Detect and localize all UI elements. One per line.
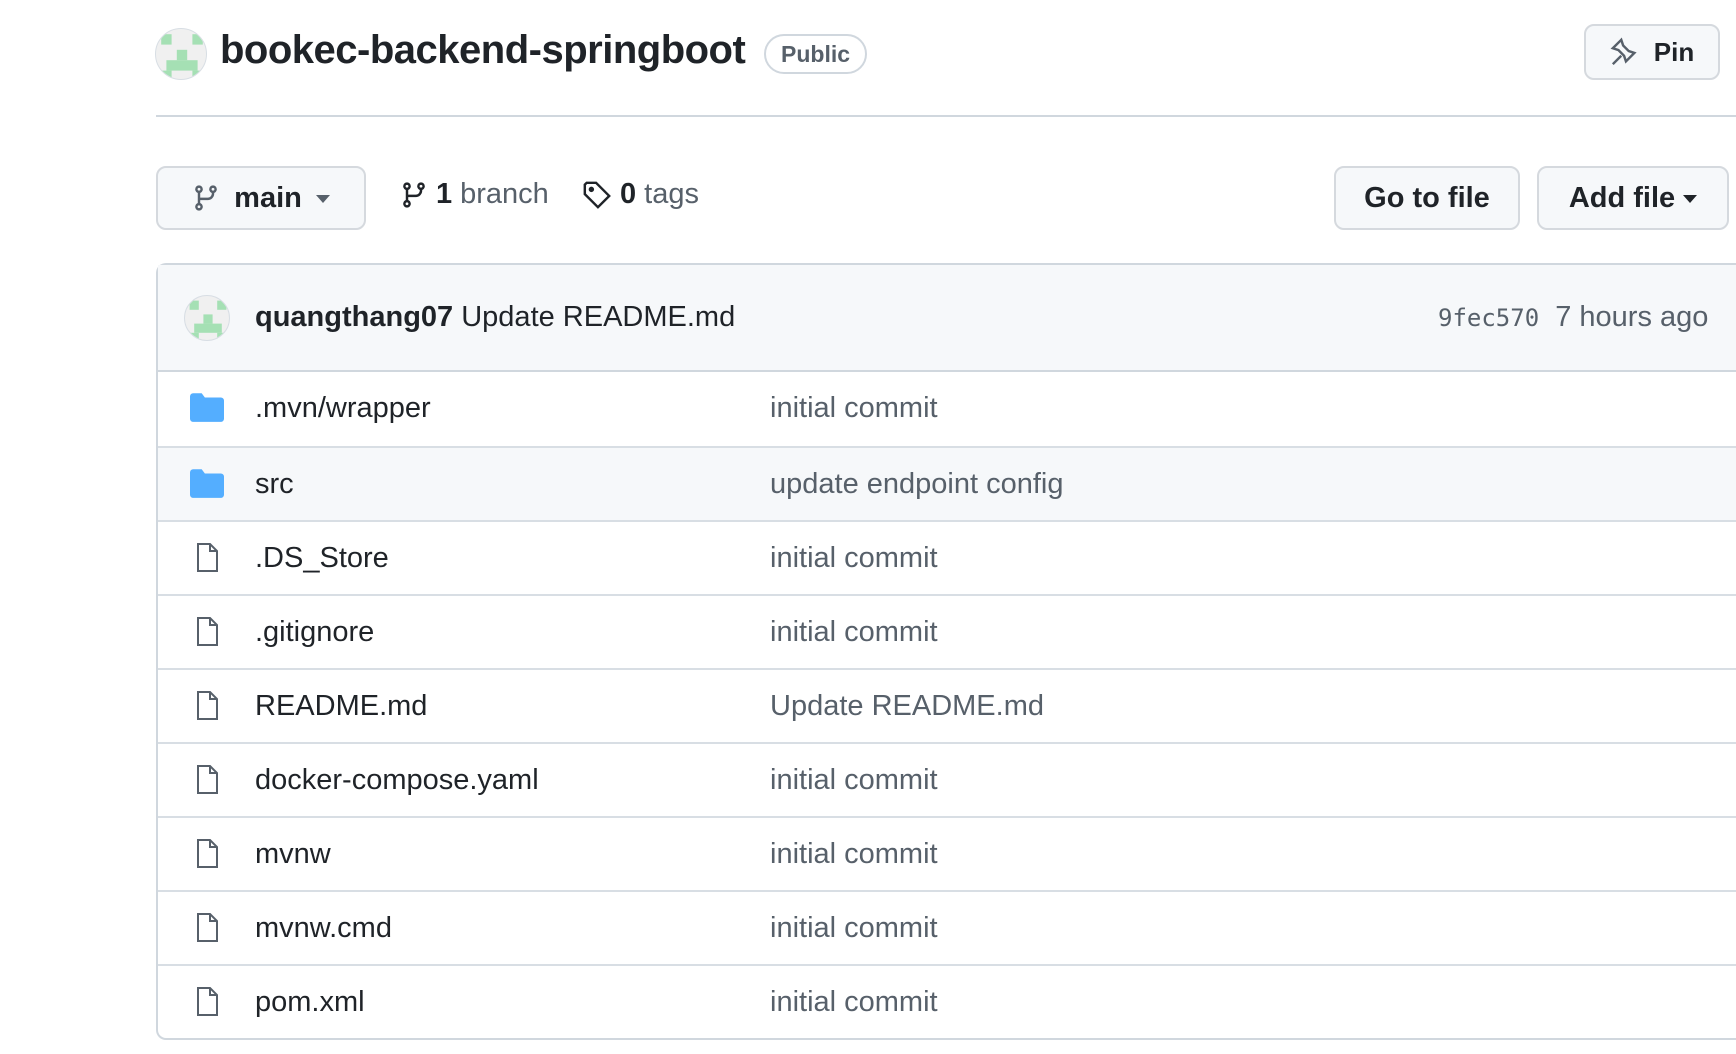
file-row[interactable]: mvnw initial commit xyxy=(158,816,1736,890)
folder-icon xyxy=(190,392,224,430)
file-name-link[interactable]: mvnw xyxy=(255,838,331,871)
file-row[interactable]: mvnw.cmd initial commit xyxy=(158,890,1736,964)
commit-sha[interactable]: 9fec570 xyxy=(1438,304,1539,332)
branches-link[interactable]: 1 branch xyxy=(400,178,549,211)
file-name-link[interactable]: .mvn/wrapper xyxy=(255,392,431,425)
header-divider xyxy=(156,115,1736,117)
file-name-link[interactable]: .DS_Store xyxy=(255,542,389,575)
file-row[interactable]: .mvn/wrapper initial commit xyxy=(158,372,1736,446)
file-name-link[interactable]: .gitignore xyxy=(255,616,374,649)
tag-label: tags xyxy=(644,178,699,210)
go-to-file-button[interactable]: Go to file xyxy=(1334,166,1520,230)
branch-label: branch xyxy=(460,178,549,210)
commit-message[interactable]: Update README.md xyxy=(461,301,735,333)
visibility-badge: Public xyxy=(764,34,868,74)
file-name-link[interactable]: docker-compose.yaml xyxy=(255,764,539,797)
file-icon xyxy=(190,986,224,1026)
file-row[interactable]: pom.xml initial commit xyxy=(158,964,1736,1038)
add-file-button[interactable]: Add file xyxy=(1537,166,1729,230)
file-commit-message[interactable]: Update README.md xyxy=(770,690,1044,723)
file-name-link[interactable]: src xyxy=(255,468,294,501)
file-row[interactable]: src update endpoint config xyxy=(158,446,1736,520)
file-icon xyxy=(190,912,224,952)
branch-icon xyxy=(195,185,218,211)
pin-button[interactable]: Pin xyxy=(1584,24,1720,80)
caret-down-icon xyxy=(315,194,330,210)
add-file-label: Add file xyxy=(1568,181,1676,214)
branch-selector[interactable]: main xyxy=(156,166,366,230)
file-icon xyxy=(190,838,224,878)
file-table: quangthang07 Update README.md 9fec570 7 … xyxy=(156,263,1736,1040)
file-commit-message[interactable]: initial commit xyxy=(770,764,938,797)
file-row[interactable]: .gitignore initial commit xyxy=(158,594,1736,668)
folder-icon xyxy=(190,468,224,506)
file-icon xyxy=(190,764,224,804)
file-icon xyxy=(190,616,224,656)
pin-icon xyxy=(1610,37,1637,66)
tag-icon xyxy=(583,181,611,209)
file-commit-message[interactable]: initial commit xyxy=(770,542,938,575)
branch-icon xyxy=(403,181,425,208)
branch-name: main xyxy=(234,181,302,214)
file-icon xyxy=(190,542,224,582)
file-commit-message[interactable]: initial commit xyxy=(770,838,938,871)
file-commit-message[interactable]: initial commit xyxy=(770,392,938,425)
file-name-link[interactable]: mvnw.cmd xyxy=(255,912,392,945)
latest-commit-bar: quangthang07 Update README.md 9fec570 7 … xyxy=(158,265,1736,372)
commit-time: 7 hours ago xyxy=(1555,301,1709,333)
file-row[interactable]: README.md Update README.md xyxy=(158,668,1736,742)
file-row[interactable]: .DS_Store initial commit xyxy=(158,520,1736,594)
file-name-link[interactable]: README.md xyxy=(255,690,427,723)
file-row[interactable]: docker-compose.yaml initial commit xyxy=(158,742,1736,816)
owner-avatar[interactable] xyxy=(155,28,207,80)
author-avatar[interactable] xyxy=(184,295,230,341)
branch-count: 1 xyxy=(436,178,453,210)
file-commit-message[interactable]: update endpoint config xyxy=(770,468,1063,501)
repo-name[interactable]: bookec-backend-springboot xyxy=(220,28,746,73)
file-commit-message[interactable]: initial commit xyxy=(770,616,938,649)
tag-count: 0 xyxy=(620,178,637,210)
pin-label: Pin xyxy=(1653,36,1695,67)
file-name-link[interactable]: pom.xml xyxy=(255,986,365,1019)
file-icon xyxy=(190,690,224,730)
tags-link[interactable]: 0 tags xyxy=(582,178,699,211)
file-commit-message[interactable]: initial commit xyxy=(770,912,938,945)
file-commit-message[interactable]: initial commit xyxy=(770,986,938,1019)
caret-down-icon xyxy=(1683,194,1698,210)
commit-author[interactable]: quangthang07 xyxy=(255,301,453,333)
